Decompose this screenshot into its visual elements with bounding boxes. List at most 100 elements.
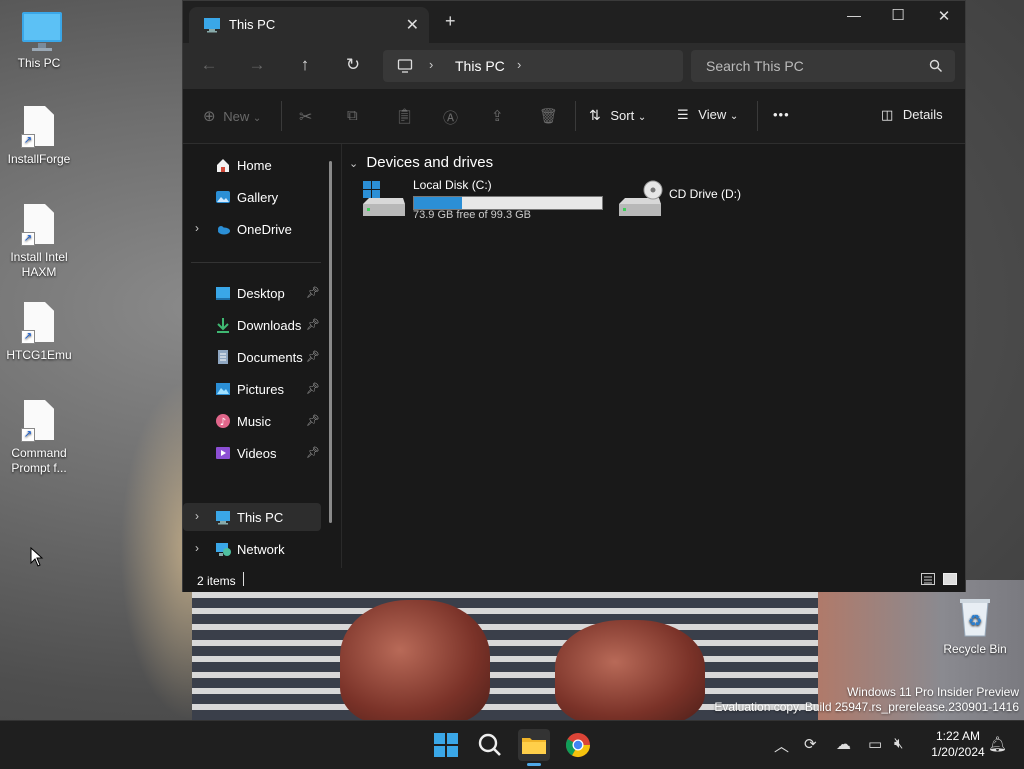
- status-separator: [243, 572, 244, 586]
- item-count: 2 items: [197, 574, 236, 588]
- expand-chevron-icon[interactable]: ›: [195, 509, 199, 523]
- close-button[interactable]: ✕: [921, 7, 967, 29]
- desktop-icon-recycle-bin[interactable]: ♻ Recycle Bin: [939, 596, 1011, 657]
- sidebar-item-videos[interactable]: Videos 📌︎: [183, 439, 321, 467]
- wallpaper-glove-left: [340, 600, 490, 725]
- minimize-button[interactable]: —: [831, 7, 877, 29]
- mouse-cursor-icon: [30, 546, 44, 572]
- refresh-button[interactable]: ↻: [341, 55, 365, 79]
- show-hidden-icons-chevron-icon[interactable]: ︿: [774, 735, 789, 756]
- details-button[interactable]: ◫ Details: [881, 107, 943, 123]
- breadcrumb-chevron-icon[interactable]: ›: [517, 57, 521, 72]
- desktop-icon-label: HTCG1Emu: [6, 348, 72, 362]
- search-box[interactable]: Search This PC: [691, 50, 955, 82]
- chrome-icon: [565, 733, 590, 758]
- view-label: View: [698, 107, 727, 122]
- delete-icon[interactable]: 🗑︎: [539, 107, 558, 125]
- network-status-icon[interactable]: ▭: [868, 735, 882, 753]
- expand-chevron-icon[interactable]: ›: [195, 221, 199, 235]
- sidebar-item-label: Videos: [237, 446, 277, 461]
- pin-icon[interactable]: 📌︎: [306, 286, 320, 299]
- taskbar-file-explorer[interactable]: [518, 729, 550, 766]
- view-icon: ☰: [677, 107, 689, 122]
- search-icon: [478, 733, 501, 756]
- drive-usage-fill: [414, 197, 463, 209]
- sync-status-icon[interactable]: ⟳: [804, 735, 817, 753]
- file-shortcut-icon: ↗: [21, 106, 57, 148]
- details-view-icon[interactable]: [921, 573, 935, 585]
- drive-cd-drive-d[interactable]: CD Drive (D:): [617, 180, 817, 226]
- copy-icon[interactable]: ⧉: [347, 107, 358, 124]
- clock[interactable]: 1:22 AM 1/20/2024: [918, 728, 998, 760]
- pin-icon[interactable]: 📌︎: [306, 414, 320, 427]
- desktop-icon-install-haxm[interactable]: ↗ Install Intel HAXM: [3, 204, 75, 280]
- desktop-icon-htcg1emu[interactable]: ↗ HTCG1Emu: [3, 302, 75, 363]
- rename-icon[interactable]: Ⓐ: [443, 107, 458, 128]
- desktop-icon-installforge[interactable]: ↗ InstallForge: [3, 106, 75, 167]
- notification-bell-icon[interactable]: 🔔︎: [988, 735, 1007, 753]
- sidebar-item-label: Home: [237, 158, 272, 173]
- clock-date: 1/20/2024: [931, 745, 985, 759]
- drive-name: Local Disk (C:): [413, 178, 492, 192]
- sort-button[interactable]: ⇅ Sort ⌄: [589, 107, 646, 124]
- separator: [281, 101, 282, 131]
- back-button[interactable]: ←: [197, 55, 221, 79]
- sidebar-item-gallery[interactable]: Gallery: [183, 183, 321, 211]
- sidebar-item-music[interactable]: ♪ Music 📌︎: [183, 407, 321, 435]
- drive-free-space: 73.9 GB free of 99.3 GB: [413, 209, 532, 221]
- cloud-icon: [215, 221, 231, 237]
- pin-icon[interactable]: 📌︎: [306, 446, 320, 459]
- sidebar-item-network[interactable]: › Network: [183, 535, 321, 563]
- sidebar-item-downloads[interactable]: Downloads 📌︎: [183, 311, 321, 339]
- maximize-button[interactable]: ☐: [875, 6, 921, 28]
- expand-chevron-icon[interactable]: ›: [195, 541, 199, 555]
- sidebar-item-documents[interactable]: Documents 📌︎: [183, 343, 321, 371]
- desktop-icon-this-pc[interactable]: This PC: [3, 10, 75, 71]
- taskbar: ︿ ⟳ ☁ ▭ 🔇︎ 1:22 AM 1/20/2024 🔔︎: [0, 720, 1024, 769]
- search-placeholder: Search This PC: [706, 58, 804, 74]
- navigation-bar: ← → ↑ ↻ › This PC › Search This PC: [183, 43, 965, 89]
- sidebar-item-desktop[interactable]: Desktop 📌︎: [183, 279, 321, 307]
- address-bar[interactable]: › This PC ›: [383, 50, 683, 82]
- navigation-pane: Home Gallery › OneDrive Desktop 📌︎ Downl…: [183, 144, 333, 568]
- sidebar-item-onedrive[interactable]: › OneDrive: [183, 215, 321, 243]
- wallpaper-glove-right: [555, 620, 705, 725]
- start-button[interactable]: [430, 729, 462, 761]
- sort-label: Sort: [610, 108, 635, 123]
- desktop-icon-label: InstallForge: [7, 152, 71, 166]
- up-button[interactable]: ↑: [293, 55, 317, 79]
- new-button[interactable]: ⊕ New ⌄: [203, 107, 261, 125]
- cut-icon[interactable]: ✂: [299, 107, 312, 127]
- tab-close-button[interactable]: ✕: [406, 15, 419, 35]
- large-icons-view-icon[interactable]: [943, 573, 957, 585]
- sidebar-item-home[interactable]: Home: [183, 151, 321, 179]
- tab-this-pc[interactable]: This PC ✕: [189, 7, 429, 43]
- search-button[interactable]: [474, 729, 506, 761]
- desktop-icon: [215, 285, 231, 301]
- file-shortcut-icon: ↗: [21, 400, 57, 442]
- onedrive-status-icon[interactable]: ☁: [836, 735, 851, 753]
- group-header-devices-and-drives[interactable]: ⌄ Devices and drives: [349, 154, 493, 171]
- breadcrumb-this-pc[interactable]: This PC: [455, 58, 505, 74]
- content-pane: ⌄ Devices and drives Local Disk (C:) 73.…: [343, 144, 965, 568]
- sidebar-item-this-pc[interactable]: › This PC: [183, 503, 321, 531]
- pin-icon[interactable]: 📌︎: [306, 318, 320, 331]
- sidebar-item-pictures[interactable]: Pictures 📌︎: [183, 375, 321, 403]
- paste-icon[interactable]: 📋︎: [395, 107, 414, 125]
- pin-icon[interactable]: 📌︎: [306, 382, 320, 395]
- computer-icon: [204, 18, 220, 33]
- volume-muted-icon[interactable]: 🔇︎: [894, 735, 903, 752]
- pin-icon[interactable]: 📌︎: [306, 350, 320, 363]
- more-options-button[interactable]: •••: [773, 107, 790, 122]
- desktop-icon-command-prompt[interactable]: ↗ Command Prompt f...: [3, 400, 75, 476]
- navigation-pane-scrollbar[interactable]: [329, 161, 332, 523]
- sidebar-item-label: This PC: [237, 510, 284, 525]
- taskbar-chrome[interactable]: [562, 729, 594, 761]
- forward-button[interactable]: →: [245, 55, 269, 79]
- sidebar-divider: [191, 262, 321, 263]
- view-button[interactable]: ☰ View ⌄: [677, 107, 738, 123]
- new-tab-button[interactable]: +: [445, 11, 456, 32]
- pane-divider[interactable]: [341, 144, 342, 568]
- share-icon[interactable]: ⇪: [491, 107, 504, 125]
- desktop-icon-label: Command Prompt f...: [11, 446, 67, 475]
